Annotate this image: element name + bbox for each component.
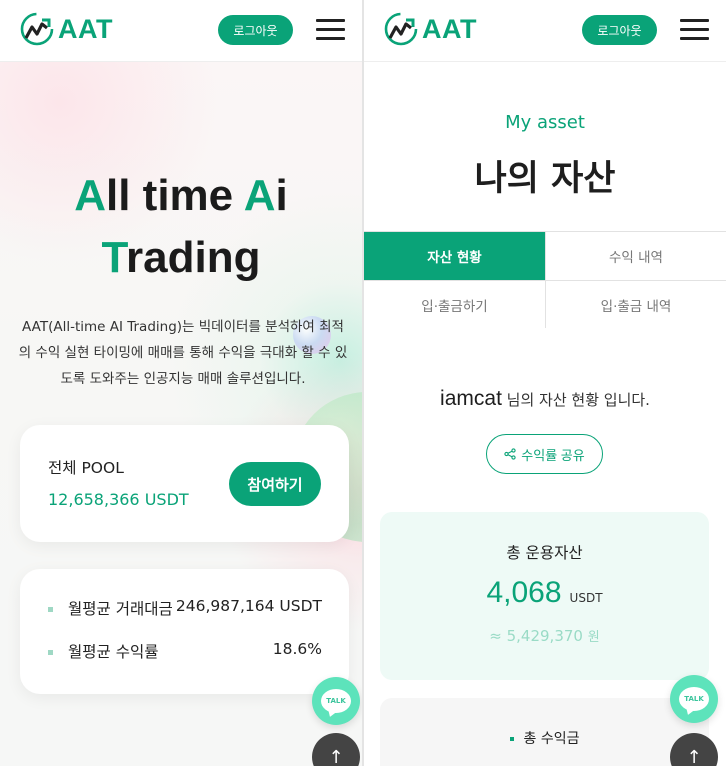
username: iamcat <box>440 387 502 410</box>
stat-label: 월평균 거래대금 <box>68 600 173 618</box>
arrow-up-icon: ↑ <box>328 746 344 766</box>
chat-bubble-icon: TALK <box>679 687 709 711</box>
total-profit-card: 총 수익금 <box>380 698 709 766</box>
total-asset-number: 4,068 <box>486 576 562 609</box>
total-asset-krw: ≈ 5,429,370 원 <box>380 626 709 645</box>
kakao-talk-button[interactable]: TALK <box>312 677 360 725</box>
logout-button[interactable]: 로그아웃 <box>218 15 293 45</box>
tab-asset-status[interactable]: 자산 현황 <box>364 232 545 280</box>
pool-label: 전체 POOL <box>48 459 124 477</box>
bullet-icon <box>48 607 53 612</box>
asset-title: 나의 자산 <box>474 159 616 199</box>
logo[interactable]: AAT <box>384 12 477 46</box>
asset-screen: AAT 로그아웃 My asset 나의 자산 자산 현황 수익 내역 입·출금… <box>364 0 726 766</box>
asset-tabs: 자산 현황 수익 내역 입·출금하기 입·출금 내역 <box>364 231 726 328</box>
stat-row: 월평균 수익률 18.6% <box>48 640 322 664</box>
kakao-talk-button[interactable]: TALK <box>670 675 718 723</box>
chart-growth-icon <box>20 12 54 46</box>
tab-profit-history[interactable]: 수익 내역 <box>545 232 726 280</box>
logo-text: AAT <box>58 13 113 44</box>
chart-growth-icon <box>384 12 418 46</box>
app-header: AAT 로그아웃 <box>364 0 726 62</box>
stat-value: 246,987,164 USDT <box>175 597 322 615</box>
app-header: AAT 로그아웃 <box>0 0 362 62</box>
share-icon <box>504 448 516 460</box>
status-suffix: 님의 자산 현황 입니다. <box>501 391 650 409</box>
total-profit-label: 총 수익금 <box>380 728 709 748</box>
pool-card: 전체 POOL 12,658,366 USDT 참여하기 <box>20 425 349 542</box>
asset-status-line: iamcat 님의 자산 현황 입니다. <box>364 387 726 411</box>
hero-description: AAT(All-time AI Trading)는 빅데이터를 분석하여 최적의… <box>18 319 348 387</box>
hero-title: All time Ai Trading <box>74 171 288 282</box>
stat-label: 월평균 수익률 <box>68 643 159 661</box>
total-asset-card: 총 운용자산 4,068 USDT ≈ 5,429,370 원 <box>380 512 709 680</box>
home-screen: AAT 로그아웃 All time Ai Trading AAT(All-tim… <box>0 0 362 766</box>
total-asset-label: 총 운용자산 <box>506 544 583 562</box>
total-asset-value: 4,068 USDT <box>380 576 709 610</box>
bullet-icon <box>509 737 514 741</box>
logout-button[interactable]: 로그아웃 <box>582 15 657 45</box>
hamburger-icon[interactable] <box>680 19 709 40</box>
share-profit-button[interactable]: 수익률 공유 <box>486 434 603 474</box>
chat-bubble-icon: TALK <box>321 689 351 713</box>
hamburger-icon[interactable] <box>316 19 345 40</box>
logo[interactable]: AAT <box>20 12 113 46</box>
krw-unit: 원 <box>587 630 600 645</box>
stats-card: 월평균 거래대금 246,987,164 USDT 월평균 수익률 18.6% <box>20 569 349 694</box>
total-asset-unit: USDT <box>569 591 603 605</box>
stat-row: 월평균 거래대금 246,987,164 USDT <box>48 597 322 621</box>
pool-value: 12,658,366 USDT <box>48 490 189 509</box>
asset-subtitle: My asset <box>505 112 585 133</box>
tab-deposit-withdraw-history[interactable]: 입·출금 내역 <box>545 280 726 328</box>
bullet-icon <box>48 650 53 655</box>
logo-text: AAT <box>422 13 477 44</box>
tab-deposit-withdraw[interactable]: 입·출금하기 <box>364 280 545 328</box>
krw-value: ≈ 5,429,370 <box>489 627 583 645</box>
share-label: 수익률 공유 <box>521 447 585 463</box>
join-button[interactable]: 참여하기 <box>229 462 321 506</box>
arrow-up-icon: ↑ <box>686 746 702 766</box>
stat-value: 18.6% <box>272 640 322 658</box>
